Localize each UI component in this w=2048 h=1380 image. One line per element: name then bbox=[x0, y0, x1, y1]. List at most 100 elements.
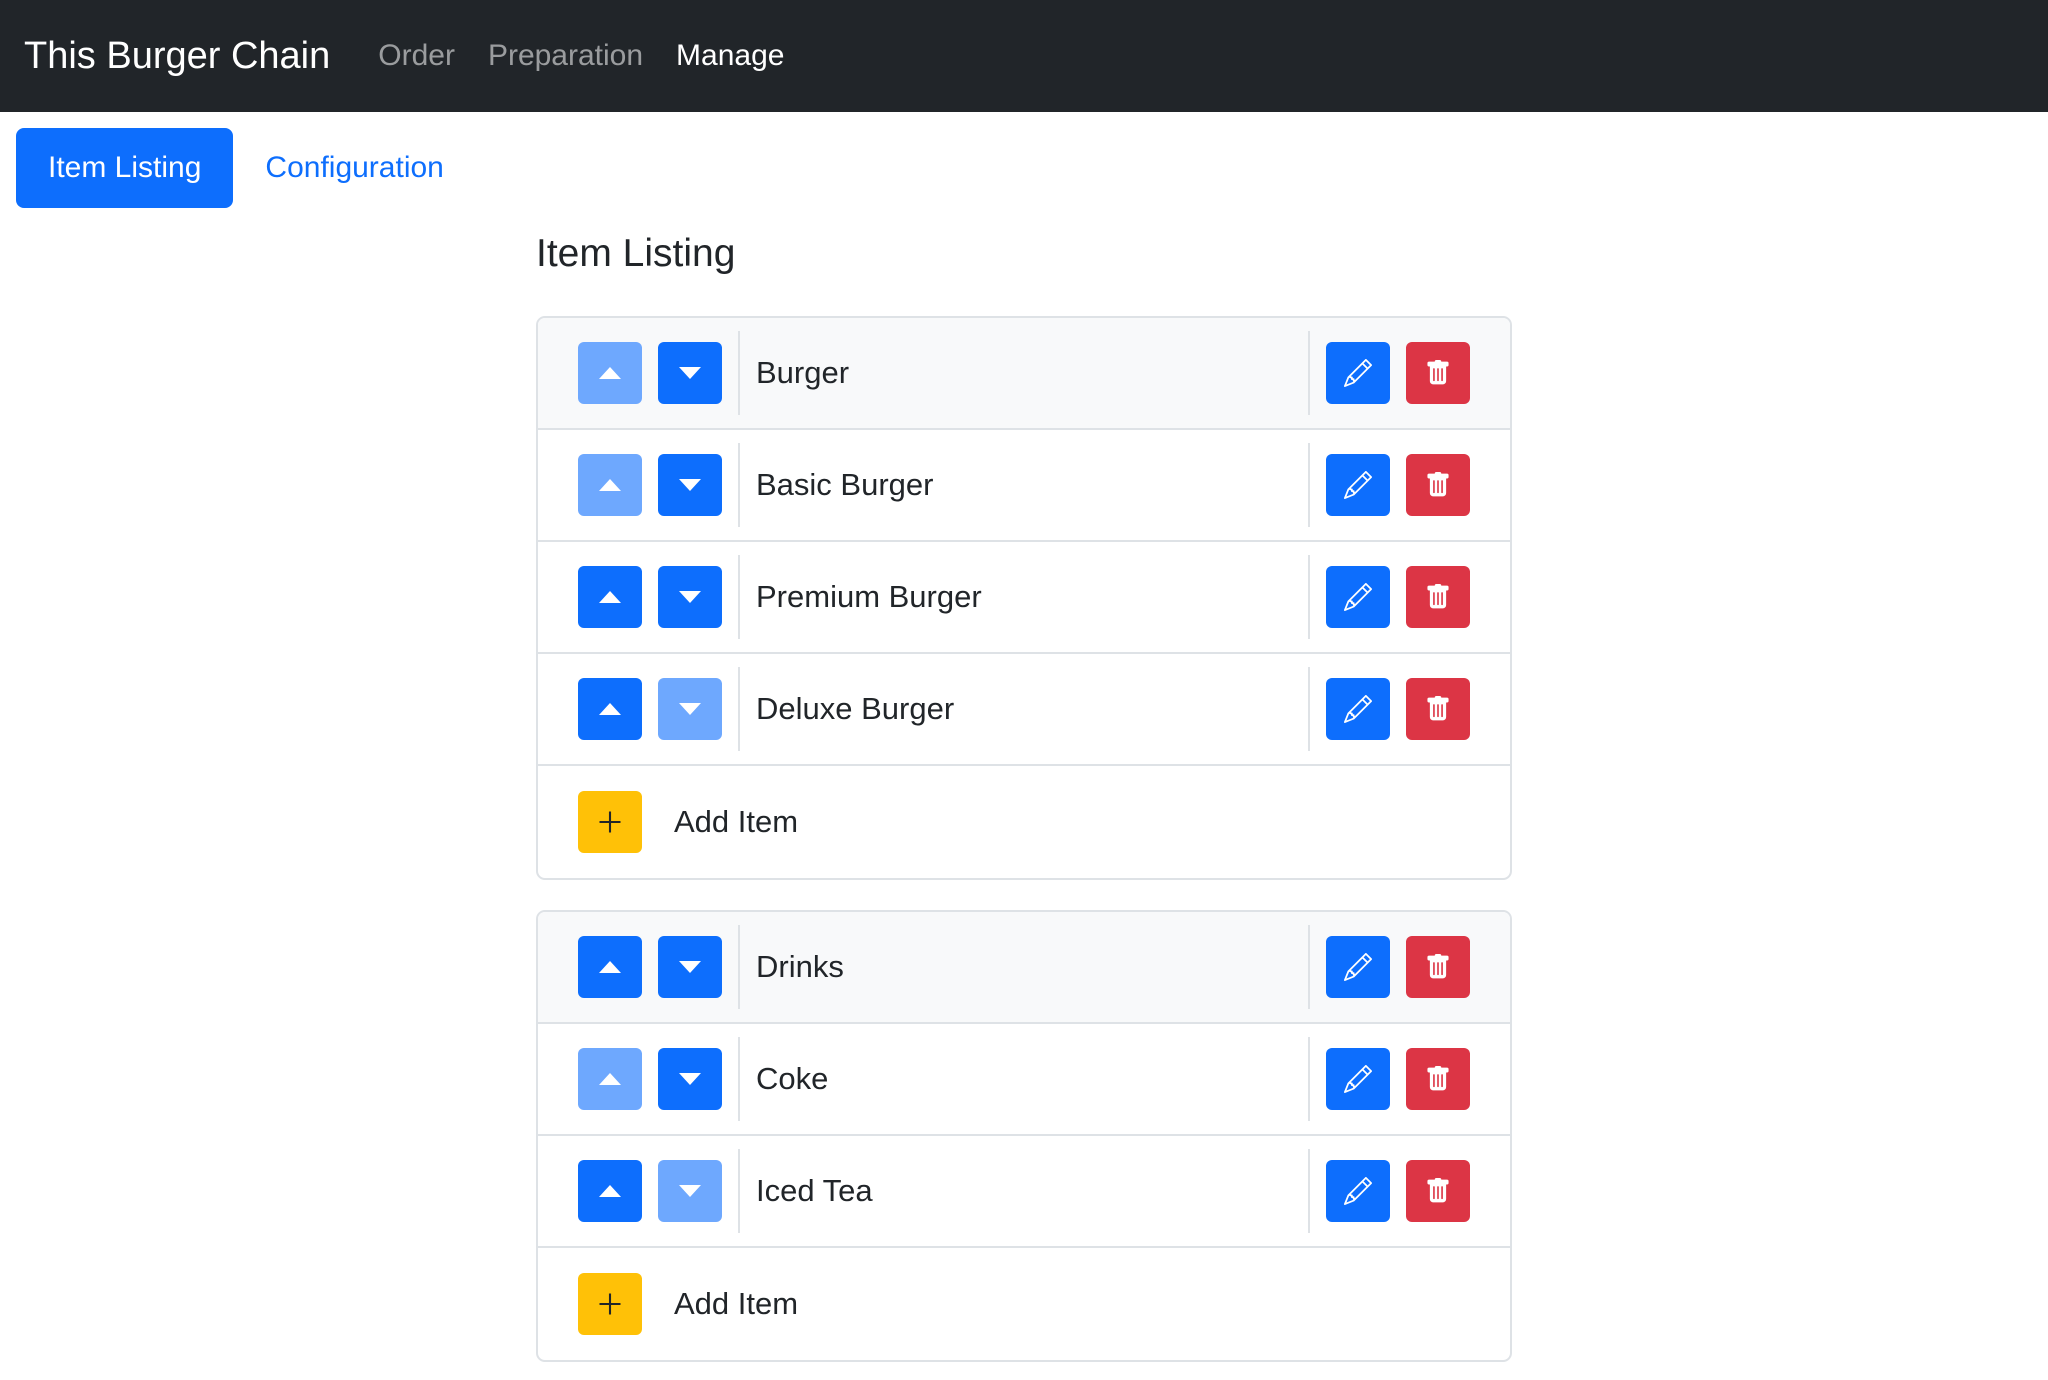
pencil-icon bbox=[1344, 1177, 1372, 1205]
reorder-buttons bbox=[578, 566, 722, 628]
category-row: Burger bbox=[538, 318, 1510, 430]
divider bbox=[1308, 667, 1310, 751]
move-up-button[interactable] bbox=[578, 342, 642, 404]
nav-link-order[interactable]: Order bbox=[378, 39, 455, 73]
move-up-button[interactable] bbox=[578, 1048, 642, 1110]
manage-tabs: Item Listing Configuration bbox=[16, 128, 476, 208]
reorder-buttons bbox=[578, 678, 722, 740]
move-down-button[interactable] bbox=[658, 936, 722, 998]
move-up-button[interactable] bbox=[578, 454, 642, 516]
add-item-row: Add Item bbox=[538, 766, 1510, 878]
category-name: Burger bbox=[756, 355, 850, 390]
trash-icon bbox=[1425, 360, 1451, 386]
caret-up-icon bbox=[599, 591, 621, 603]
divider bbox=[1308, 1037, 1310, 1121]
move-down-button[interactable] bbox=[658, 1048, 722, 1110]
move-down-button[interactable] bbox=[658, 342, 722, 404]
trash-icon bbox=[1425, 954, 1451, 980]
pencil-icon bbox=[1344, 1065, 1372, 1093]
reorder-buttons bbox=[578, 342, 722, 404]
item-row: Basic Burger bbox=[538, 430, 1510, 542]
pencil-icon bbox=[1344, 583, 1372, 611]
divider bbox=[1308, 925, 1310, 1009]
plus-icon bbox=[596, 1290, 624, 1318]
delete-button[interactable] bbox=[1406, 1160, 1470, 1222]
delete-button[interactable] bbox=[1406, 342, 1470, 404]
trash-icon bbox=[1425, 1178, 1451, 1204]
move-up-button[interactable] bbox=[578, 566, 642, 628]
divider bbox=[1308, 443, 1310, 527]
caret-down-icon bbox=[679, 703, 701, 715]
category-name: Drinks bbox=[756, 949, 844, 984]
caret-down-icon bbox=[679, 1185, 701, 1197]
caret-up-icon bbox=[599, 1073, 621, 1085]
move-down-button[interactable] bbox=[658, 1160, 722, 1222]
item-name: Premium Burger bbox=[756, 579, 982, 614]
tab-configuration[interactable]: Configuration bbox=[233, 128, 475, 208]
add-item-button[interactable] bbox=[578, 1273, 642, 1335]
add-item-button[interactable] bbox=[578, 791, 642, 853]
move-up-button[interactable] bbox=[578, 1160, 642, 1222]
category-card-burger: Burger Basic Burger Premium Burger Deluxe B… bbox=[536, 316, 1512, 880]
row-actions bbox=[1326, 936, 1470, 998]
row-actions bbox=[1326, 454, 1470, 516]
delete-button[interactable] bbox=[1406, 1048, 1470, 1110]
add-item-label[interactable]: Add Item bbox=[674, 1286, 798, 1322]
reorder-buttons bbox=[578, 1160, 722, 1222]
delete-button[interactable] bbox=[1406, 566, 1470, 628]
reorder-buttons bbox=[578, 1048, 722, 1110]
row-actions bbox=[1326, 1048, 1470, 1110]
caret-up-icon bbox=[599, 703, 621, 715]
nav-link-preparation[interactable]: Preparation bbox=[488, 39, 643, 73]
row-actions bbox=[1326, 342, 1470, 404]
row-actions bbox=[1326, 566, 1470, 628]
row-actions bbox=[1326, 1160, 1470, 1222]
add-item-label[interactable]: Add Item bbox=[674, 804, 798, 840]
delete-button[interactable] bbox=[1406, 678, 1470, 740]
item-name: Coke bbox=[756, 1061, 829, 1096]
item-name: Deluxe Burger bbox=[756, 691, 955, 726]
item-row: Premium Burger bbox=[538, 542, 1510, 654]
trash-icon bbox=[1425, 472, 1451, 498]
edit-button[interactable] bbox=[1326, 566, 1390, 628]
delete-button[interactable] bbox=[1406, 936, 1470, 998]
caret-up-icon bbox=[599, 479, 621, 491]
reorder-buttons bbox=[578, 454, 722, 516]
item-row: Deluxe Burger bbox=[538, 654, 1510, 766]
caret-down-icon bbox=[679, 961, 701, 973]
edit-button[interactable] bbox=[1326, 454, 1390, 516]
move-up-button[interactable] bbox=[578, 678, 642, 740]
reorder-buttons bbox=[578, 936, 722, 998]
category-card-drinks: Drinks Coke Iced Tea Add Item bbox=[536, 910, 1512, 1362]
category-row: Drinks bbox=[538, 912, 1510, 1024]
trash-icon bbox=[1425, 584, 1451, 610]
move-up-button[interactable] bbox=[578, 936, 642, 998]
item-name: Basic Burger bbox=[756, 467, 934, 502]
tab-item-listing[interactable]: Item Listing bbox=[16, 128, 234, 208]
delete-button[interactable] bbox=[1406, 454, 1470, 516]
edit-button[interactable] bbox=[1326, 342, 1390, 404]
edit-button[interactable] bbox=[1326, 936, 1390, 998]
caret-down-icon bbox=[679, 591, 701, 603]
page-title: Item Listing bbox=[536, 232, 736, 275]
top-navbar: This Burger Chain Order Preparation Mana… bbox=[0, 0, 2048, 112]
caret-down-icon bbox=[679, 1073, 701, 1085]
caret-down-icon bbox=[679, 367, 701, 379]
edit-button[interactable] bbox=[1326, 1048, 1390, 1110]
edit-button[interactable] bbox=[1326, 678, 1390, 740]
divider bbox=[1308, 555, 1310, 639]
pencil-icon bbox=[1344, 953, 1372, 981]
edit-button[interactable] bbox=[1326, 1160, 1390, 1222]
pencil-icon bbox=[1344, 695, 1372, 723]
divider bbox=[1308, 331, 1310, 415]
caret-up-icon bbox=[599, 367, 621, 379]
add-item-row: Add Item bbox=[538, 1248, 1510, 1360]
move-down-button[interactable] bbox=[658, 678, 722, 740]
trash-icon bbox=[1425, 1066, 1451, 1092]
move-down-button[interactable] bbox=[658, 454, 722, 516]
nav-link-manage[interactable]: Manage bbox=[676, 39, 784, 73]
move-down-button[interactable] bbox=[658, 566, 722, 628]
pencil-icon bbox=[1344, 471, 1372, 499]
plus-icon bbox=[596, 808, 624, 836]
brand-title[interactable]: This Burger Chain bbox=[24, 35, 330, 78]
